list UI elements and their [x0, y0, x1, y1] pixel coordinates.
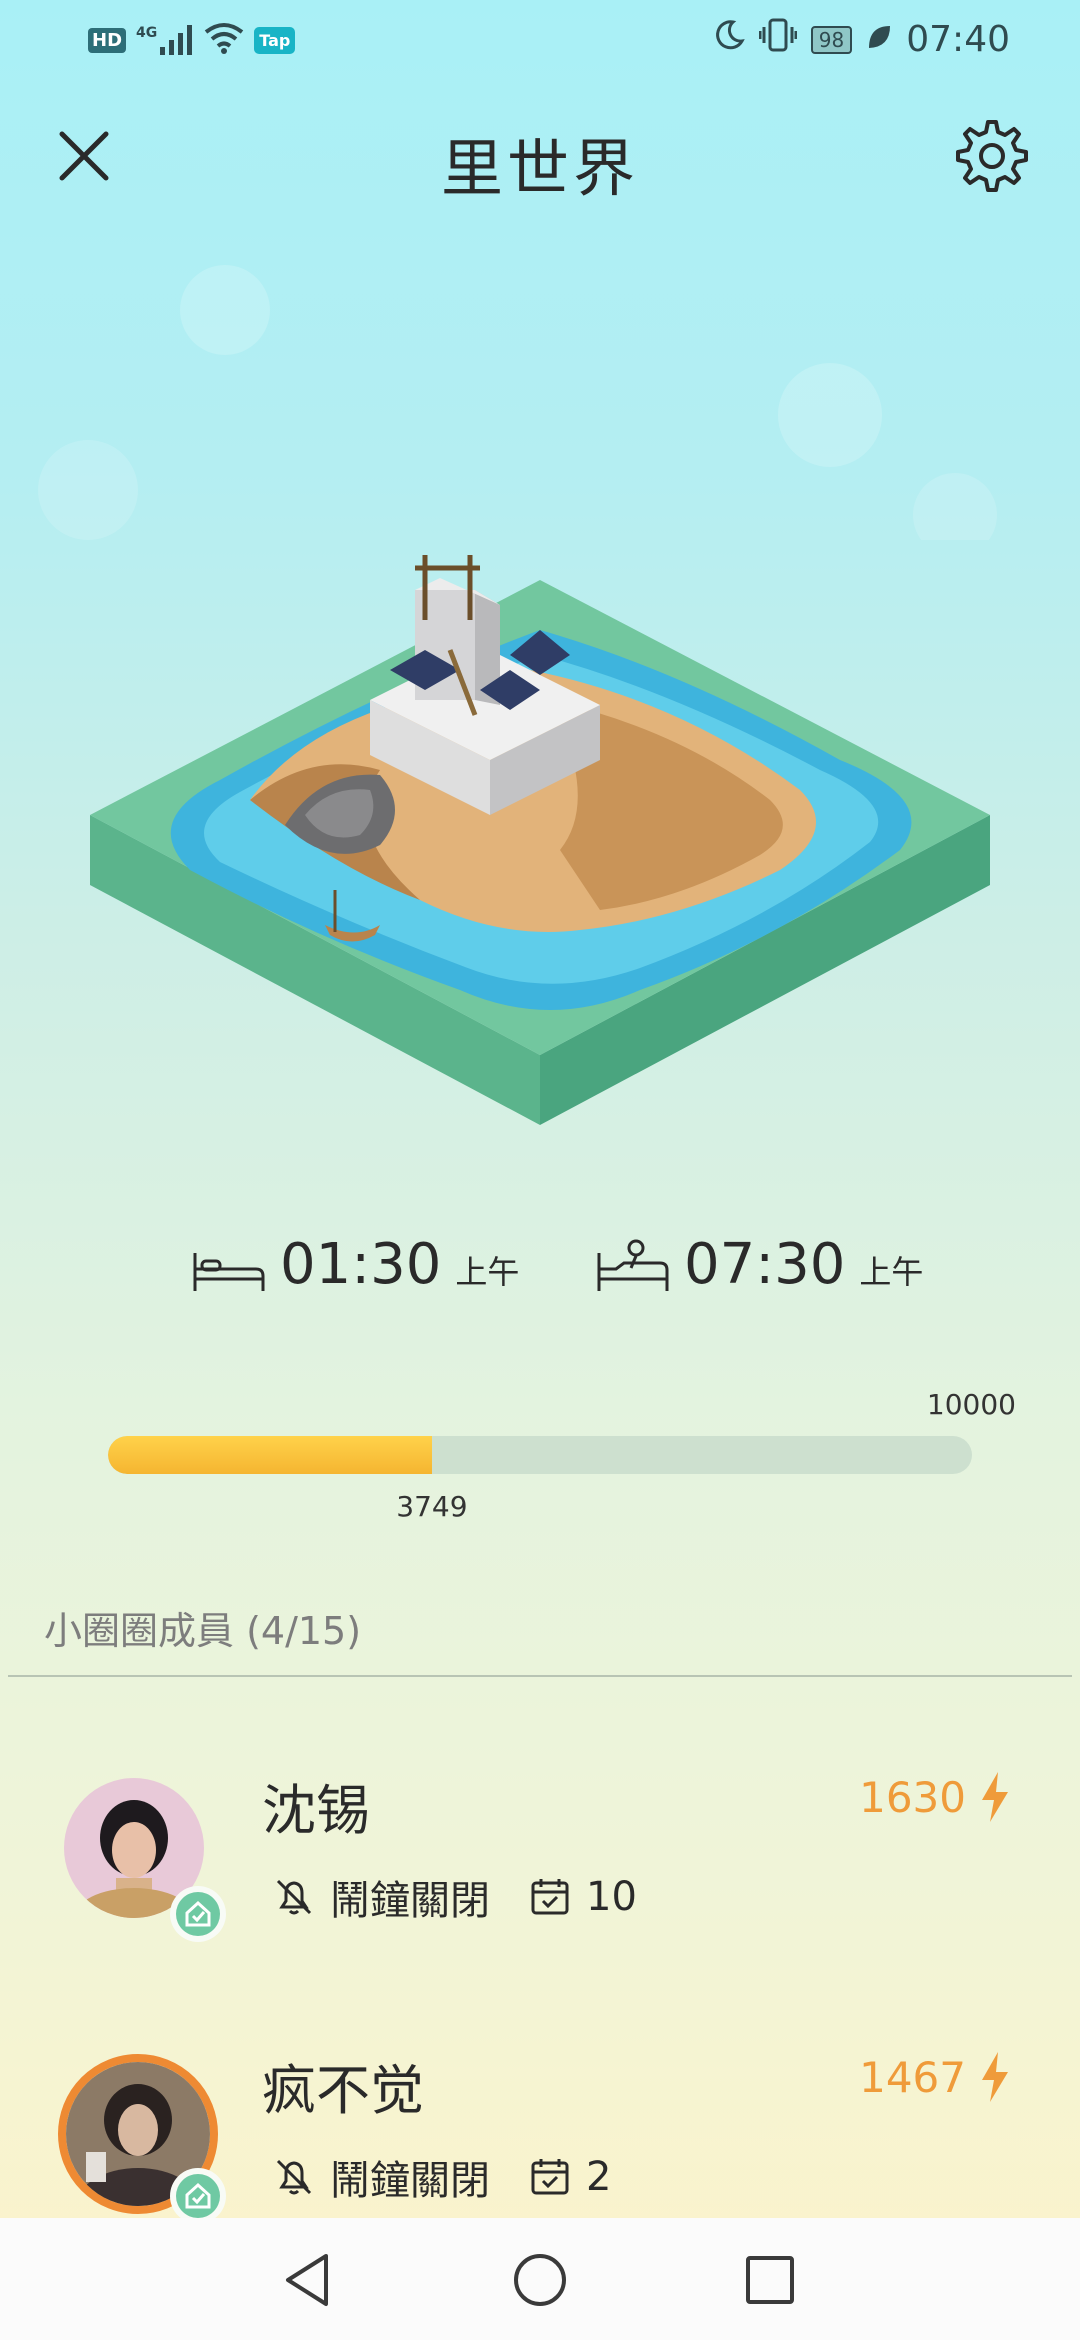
calendar-check-icon: [531, 2159, 569, 2195]
status-time: 07:40: [906, 19, 1010, 60]
sleep-schedule[interactable]: 01:30 上午 07:30 上午: [0, 1235, 1080, 1325]
wake-time[interactable]: 07:30 上午: [596, 1235, 923, 1295]
alarm-off-icon: [276, 2159, 312, 2195]
tap-app-badge: Tap: [254, 26, 296, 54]
gear-icon: [956, 120, 1028, 192]
bedtime-value: 01:30: [280, 1232, 442, 1297]
header: 里世界: [0, 100, 1080, 220]
status-left: HD 4G Tap: [88, 22, 296, 58]
member-avatar[interactable]: [58, 2054, 226, 2224]
system-nav-bar: [0, 2218, 1080, 2340]
back-triangle-icon: [286, 2254, 328, 2306]
member-score-value: 1630: [859, 1772, 966, 1822]
moon-icon: [713, 19, 745, 60]
page-title: 里世界: [440, 132, 639, 205]
leaf-icon: [866, 19, 892, 60]
divider: [8, 1675, 1072, 1677]
vibrate-icon: [758, 18, 798, 61]
verified-badge: [170, 2168, 226, 2224]
back-button[interactable]: [276, 2248, 340, 2312]
wake-up-icon: [597, 1239, 669, 1291]
home-circle-icon: [514, 2254, 566, 2306]
status-bar: HD 4G Tap 98 07:40: [0, 0, 1080, 80]
battery-indicator: 98: [810, 25, 853, 54]
bed-icon: [193, 1253, 265, 1291]
bedtime-ampm: 上午: [455, 1253, 520, 1291]
progress-track: [108, 1436, 972, 1474]
lightning-icon: [982, 2052, 1008, 2102]
alarm-status: 鬧鐘關閉: [330, 2158, 490, 2204]
settings-button[interactable]: [952, 116, 1032, 196]
island-illustration[interactable]: [80, 470, 1000, 1150]
recents-button[interactable]: [738, 2248, 802, 2312]
network-type: 4G: [136, 25, 158, 41]
member-row[interactable]: 沈锡 1630 鬧鐘關閉 10: [0, 1760, 1080, 2000]
member-score: 1630: [859, 1772, 1010, 1822]
alarm-off-icon: [276, 1879, 312, 1915]
members-section-title: 小圈圈成員 (4/15): [44, 1609, 362, 1653]
home-button[interactable]: [508, 2248, 572, 2312]
member-score: 1467: [859, 2052, 1010, 2102]
verified-home-icon: [185, 1900, 211, 1927]
verified-home-icon: [185, 2182, 211, 2209]
wifi-icon: [204, 22, 244, 58]
progress-max: 10000: [926, 1388, 1016, 1421]
recents-square-icon: [746, 2256, 794, 2304]
alarm-status: 鬧鐘關閉: [330, 1878, 490, 1924]
member-avatar[interactable]: [64, 1778, 226, 1942]
bedtime[interactable]: 01:30 上午: [192, 1235, 519, 1295]
calendar-check-icon: [531, 1879, 569, 1915]
wake-time-value: 07:30: [684, 1232, 846, 1297]
checkin-days: 2: [586, 2154, 612, 2200]
progress-current: 3749: [396, 1490, 468, 1523]
progress-fill: [108, 1436, 432, 1474]
member-meta: 鬧鐘關閉 2: [272, 2148, 611, 2206]
energy-progress: 10000 3749: [0, 1380, 1080, 1530]
member-name: 疯不觉: [262, 2059, 424, 2122]
member-score-value: 1467: [859, 2052, 966, 2102]
member-name: 沈锡: [262, 1779, 370, 1842]
signal-icon: 4G: [136, 25, 194, 55]
verified-badge: [170, 1886, 226, 1942]
status-right: 98 07:40: [713, 18, 1010, 61]
hd-indicator: HD: [88, 27, 127, 53]
member-meta: 鬧鐘關閉 10: [272, 1868, 637, 1926]
lightning-icon: [982, 1772, 1008, 1822]
checkin-days: 10: [586, 1874, 637, 1920]
wake-time-ampm: 上午: [859, 1253, 924, 1291]
